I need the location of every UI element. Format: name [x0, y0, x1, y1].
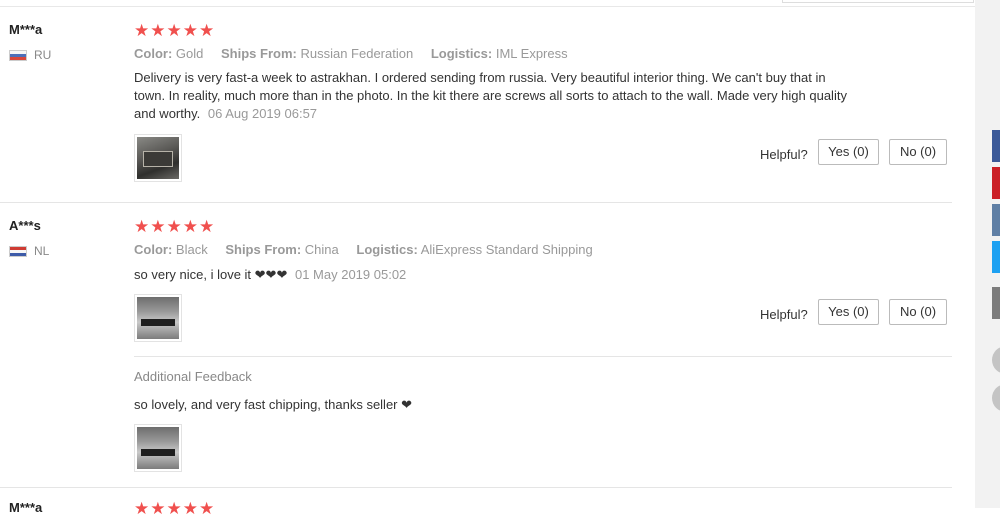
reviewer-name: M***a [9, 22, 43, 37]
star-rating: ★★★★★ [134, 499, 216, 518]
ships-from-label: Ships From: [225, 242, 302, 257]
reviewer-name: A***s [9, 218, 41, 233]
twitter-share-icon[interactable] [992, 241, 1000, 273]
review-body: so very nice, i love it ❤❤❤ [134, 267, 288, 282]
helpful-label: Helpful? [760, 147, 808, 162]
star-rating: ★★★★★ [134, 21, 216, 40]
review-divider [0, 202, 952, 203]
order-attributes: Color: Black Ships From: China Logistics… [134, 242, 593, 257]
pinterest-share-icon[interactable] [992, 167, 1000, 199]
sort-dropdown-edge[interactable] [782, 0, 974, 3]
review-photo [137, 137, 179, 179]
more-share-icon[interactable] [992, 287, 1000, 319]
review-photo [137, 427, 179, 469]
reviewer-country: NL [9, 244, 49, 258]
review-photo-thumbnail[interactable] [134, 134, 182, 182]
ships-from-value: China [304, 242, 339, 257]
review-photo-thumbnail[interactable] [134, 294, 182, 342]
reviewer-country: RU [9, 48, 51, 62]
color-value: Black [175, 242, 208, 257]
color-label: Color: [134, 46, 173, 61]
helpful-label: Helpful? [760, 307, 808, 322]
color-value: Gold [175, 46, 204, 61]
facebook-share-icon[interactable] [992, 130, 1000, 162]
additional-feedback-text: so lovely, and very fast chipping, thank… [134, 397, 413, 412]
review-text: so very nice, i love it ❤❤❤ 01 May 2019 … [134, 266, 859, 284]
helpful-yes-button[interactable]: Yes (0) [818, 139, 879, 165]
review-date: 01 May 2019 05:02 [294, 267, 407, 282]
additional-feedback-title: Additional Feedback [134, 369, 252, 384]
review-text: Delivery is very fast-a week to astrakha… [134, 69, 859, 123]
ships-from-value: Russian Federation [300, 46, 414, 61]
review-photo [137, 297, 179, 339]
additional-feedback-divider [134, 356, 952, 357]
russia-flag-icon [9, 49, 27, 61]
logistics-label: Logistics: [430, 46, 493, 61]
color-label: Color: [134, 242, 173, 257]
logistics-value: IML Express [495, 46, 568, 61]
netherlands-flag-icon [9, 245, 27, 257]
helpful-yes-button[interactable]: Yes (0) [818, 299, 879, 325]
vk-share-icon[interactable] [992, 204, 1000, 236]
country-code: RU [34, 48, 52, 62]
logistics-label: Logistics: [356, 242, 418, 257]
review-divider [0, 487, 952, 488]
review-date: 06 Aug 2019 06:57 [207, 106, 318, 121]
order-attributes: Color: Gold Ships From: Russian Federati… [134, 46, 568, 61]
helpful-no-button[interactable]: No (0) [889, 299, 947, 325]
top-divider [0, 6, 975, 7]
additional-photo-thumbnail[interactable] [134, 424, 182, 472]
logistics-value: AliExpress Standard Shipping [420, 242, 593, 257]
ships-from-label: Ships From: [221, 46, 297, 61]
country-code: NL [34, 244, 50, 258]
helpful-no-button[interactable]: No (0) [889, 139, 947, 165]
star-rating: ★★★★★ [134, 217, 216, 236]
